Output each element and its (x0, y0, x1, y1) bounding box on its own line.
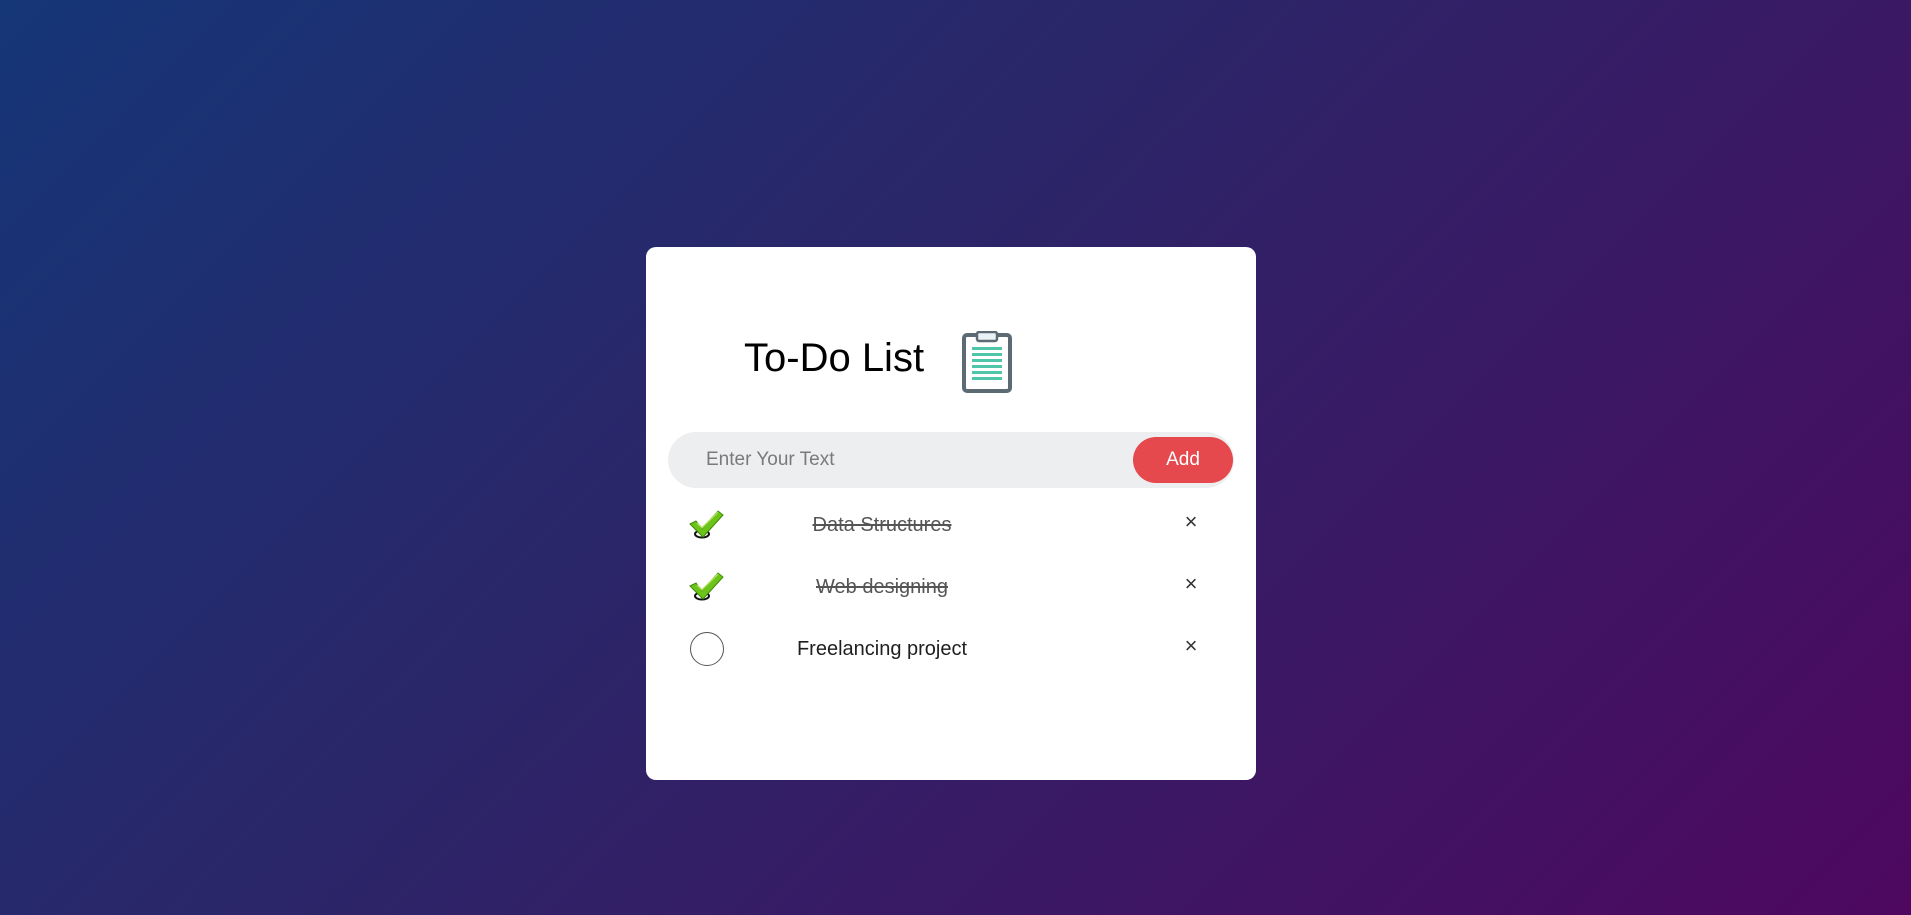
task-item[interactable]: Data Structures × (646, 494, 1256, 556)
add-button[interactable]: Add (1133, 437, 1233, 483)
close-icon[interactable]: × (1182, 511, 1200, 533)
task-text: Data Structures (812, 513, 952, 536)
task-text: Freelancing project (796, 637, 968, 660)
task-item[interactable]: Freelancing project × (646, 618, 1256, 680)
todo-card: To-Do List Add Data Structures × (646, 247, 1256, 780)
checkmark-icon[interactable] (688, 507, 724, 543)
unchecked-circle-icon[interactable] (690, 632, 724, 666)
task-input-row: Add (668, 431, 1234, 489)
checkmark-icon[interactable] (688, 569, 724, 605)
header: To-Do List (744, 327, 1013, 393)
close-icon[interactable]: × (1182, 635, 1200, 657)
task-item[interactable]: Web designing × (646, 556, 1256, 618)
clipboard-icon (962, 331, 1013, 393)
page-title: To-Do List (744, 336, 925, 380)
task-list: Data Structures × Web designing × Freela… (646, 494, 1256, 680)
close-icon[interactable]: × (1182, 573, 1200, 595)
task-input[interactable] (668, 431, 1133, 489)
task-text: Web designing (816, 575, 948, 598)
